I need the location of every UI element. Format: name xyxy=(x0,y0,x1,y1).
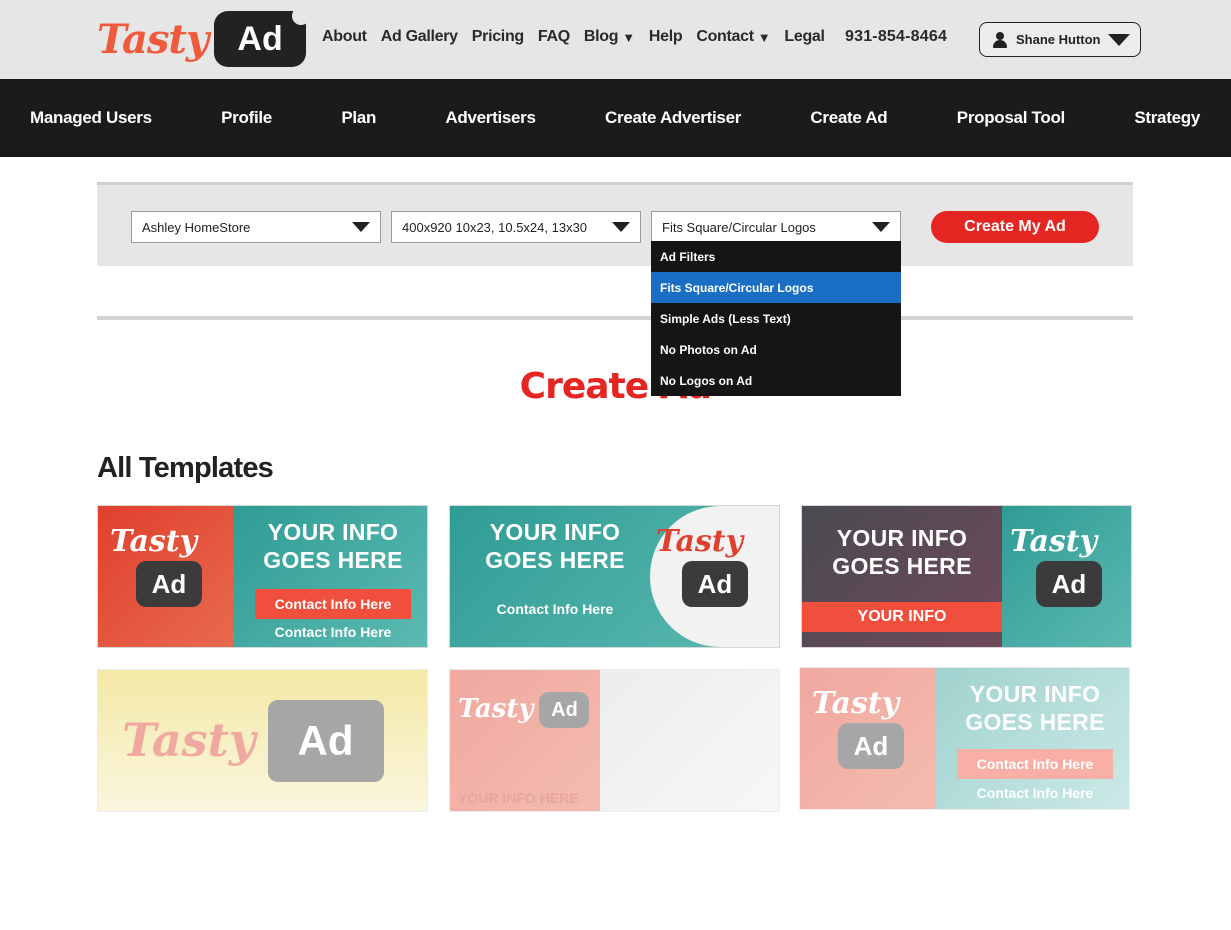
main-nav: Managed Users Profile Plan Advertisers C… xyxy=(0,79,1231,157)
template-logo: Tasty Ad xyxy=(458,690,590,728)
template-logo: Tasty Ad xyxy=(656,524,748,607)
chevron-down-icon xyxy=(1108,34,1130,46)
template-headline: GOES HERE xyxy=(485,547,625,573)
chevron-down-icon xyxy=(872,222,890,232)
filter-bar: Ashley HomeStore 400x920 10x23, 10.5x24,… xyxy=(97,182,1133,266)
template-headline: YOUR INFO xyxy=(489,519,621,545)
dropdown-option[interactable]: Ad Filters xyxy=(651,241,901,272)
template-headline: GOES HERE xyxy=(263,547,403,573)
nav-managed-users[interactable]: Managed Users xyxy=(30,108,152,128)
nav-pricing-link[interactable]: Pricing xyxy=(472,28,524,46)
template-card[interactable]: YOUR INFO GOES HERE Contact Info Here Ta… xyxy=(449,505,780,648)
dropdown-option[interactable]: Simple Ads (Less Text) xyxy=(651,303,901,334)
template-headline: YOUR INFO xyxy=(267,519,399,545)
top-header: Tasty Ad About Ad Gallery Pricing FAQ Bl… xyxy=(0,0,1231,79)
template-headline: YOUR INFO xyxy=(836,525,968,551)
nav-create-ad[interactable]: Create Ad xyxy=(810,108,887,128)
nav-about-link[interactable]: About xyxy=(322,28,367,46)
ad-filter-select[interactable]: Fits Square/Circular Logos xyxy=(651,211,901,243)
size-select-value: 400x920 10x23, 10.5x24, 13x30 xyxy=(402,219,588,235)
nav-contact-link[interactable]: Contact ▼ xyxy=(696,28,770,46)
nav-plan[interactable]: Plan xyxy=(341,108,376,128)
phone-number[interactable]: 931-854-8464 xyxy=(845,28,947,46)
nav-create-advertiser[interactable]: Create Advertiser xyxy=(605,108,741,128)
nav-advertisers[interactable]: Advertisers xyxy=(445,108,536,128)
dropdown-option[interactable]: No Logos on Ad xyxy=(651,365,901,396)
template-card[interactable]: Tasty Ad xyxy=(97,669,428,812)
template-card[interactable]: Tasty Ad YOUR INFO HERE xyxy=(449,669,780,812)
template-card[interactable]: Tasty Ad YOUR INFO GOES HERE Contact Inf… xyxy=(799,667,1130,810)
template-logo: Tasty Ad xyxy=(122,698,384,782)
template-headline: GOES HERE xyxy=(832,553,972,579)
divider xyxy=(97,316,1133,320)
template-contact-text: Contact Info Here xyxy=(976,785,1094,801)
template-your-info-bar: YOUR INFO xyxy=(802,602,1002,632)
template-contact-text: Contact Info Here xyxy=(274,624,392,640)
template-card[interactable]: Tasty Ad YOUR INFO GOES HERE Contact Inf… xyxy=(97,505,428,648)
template-card[interactable]: YOUR INFO GOES HERE YOUR INFO Tasty Ad xyxy=(801,505,1132,648)
chevron-down-icon: ▼ xyxy=(757,29,771,45)
logo-ad-badge: Ad xyxy=(214,7,311,67)
template-contact-text: Contact Info Here xyxy=(496,601,614,617)
template-logo: Tasty Ad xyxy=(110,524,202,607)
advertiser-select[interactable]: Ashley HomeStore xyxy=(131,211,381,243)
chevron-down-icon: ▼ xyxy=(622,29,635,45)
tasty-ad-logo[interactable]: Tasty Ad xyxy=(97,7,311,67)
template-headline: GOES HERE xyxy=(965,709,1105,735)
nav-help-link[interactable]: Help xyxy=(649,28,683,46)
user-icon xyxy=(992,31,1008,48)
section-title: All Templates xyxy=(97,452,274,484)
template-your-info-here: YOUR INFO HERE xyxy=(458,790,579,806)
nav-faq-link[interactable]: FAQ xyxy=(538,28,570,46)
nav-ad-gallery-link[interactable]: Ad Gallery xyxy=(381,28,458,46)
page-title: Create Ad xyxy=(519,366,713,407)
nav-blog-link[interactable]: Blog ▼ xyxy=(584,28,635,46)
template-logo: Tasty Ad xyxy=(1010,524,1102,607)
logo-tasty-text: Tasty xyxy=(97,15,209,63)
top-nav: About Ad Gallery Pricing FAQ Blog ▼ Help … xyxy=(322,28,839,46)
chevron-down-icon xyxy=(352,222,370,232)
template-contact-pill: Contact Info Here xyxy=(255,589,411,619)
logo-ad-text: Ad xyxy=(237,19,283,58)
template-contact-pill: Contact Info Here xyxy=(957,749,1113,779)
ad-filter-dropdown: Ad Filters Fits Square/Circular Logos Si… xyxy=(651,241,901,396)
create-my-ad-button[interactable]: Create My Ad xyxy=(931,211,1099,243)
nav-proposal-tool[interactable]: Proposal Tool xyxy=(957,108,1065,128)
dropdown-option[interactable]: No Photos on Ad xyxy=(651,334,901,365)
advertiser-select-value: Ashley HomeStore xyxy=(142,219,251,235)
size-select[interactable]: 400x920 10x23, 10.5x24, 13x30 xyxy=(391,211,641,243)
nav-legal-link[interactable]: Legal xyxy=(784,28,825,46)
nav-profile[interactable]: Profile xyxy=(221,108,272,128)
nav-strategy[interactable]: Strategy xyxy=(1134,108,1200,128)
chevron-down-icon xyxy=(612,222,630,232)
user-name: Shane Hutton xyxy=(1016,32,1101,47)
ad-filter-select-value: Fits Square/Circular Logos xyxy=(662,219,816,235)
user-menu-button[interactable]: Shane Hutton xyxy=(979,22,1141,57)
dropdown-option-selected[interactable]: Fits Square/Circular Logos xyxy=(651,272,901,303)
template-logo: Tasty Ad xyxy=(812,686,904,769)
template-headline: YOUR INFO xyxy=(969,681,1101,707)
